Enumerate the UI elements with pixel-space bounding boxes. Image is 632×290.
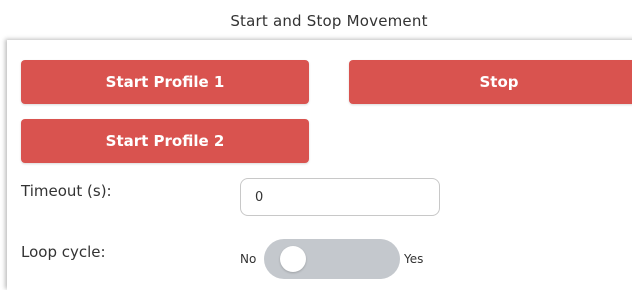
toggle-on-label: Yes [404,252,424,266]
timeout-label: Timeout (s): [21,182,112,200]
timeout-input[interactable] [240,178,440,216]
start-profile-2-button[interactable]: Start Profile 2 [21,119,309,163]
stop-button[interactable]: Stop [349,60,632,104]
start-profile-1-button[interactable]: Start Profile 1 [21,60,309,104]
loop-cycle-toggle[interactable] [264,239,400,279]
loop-cycle-label: Loop cycle: [21,243,106,261]
toggle-off-label: No [240,252,257,266]
toggle-knob[interactable] [280,246,306,272]
section-title: Start and Stop Movement [230,12,428,30]
